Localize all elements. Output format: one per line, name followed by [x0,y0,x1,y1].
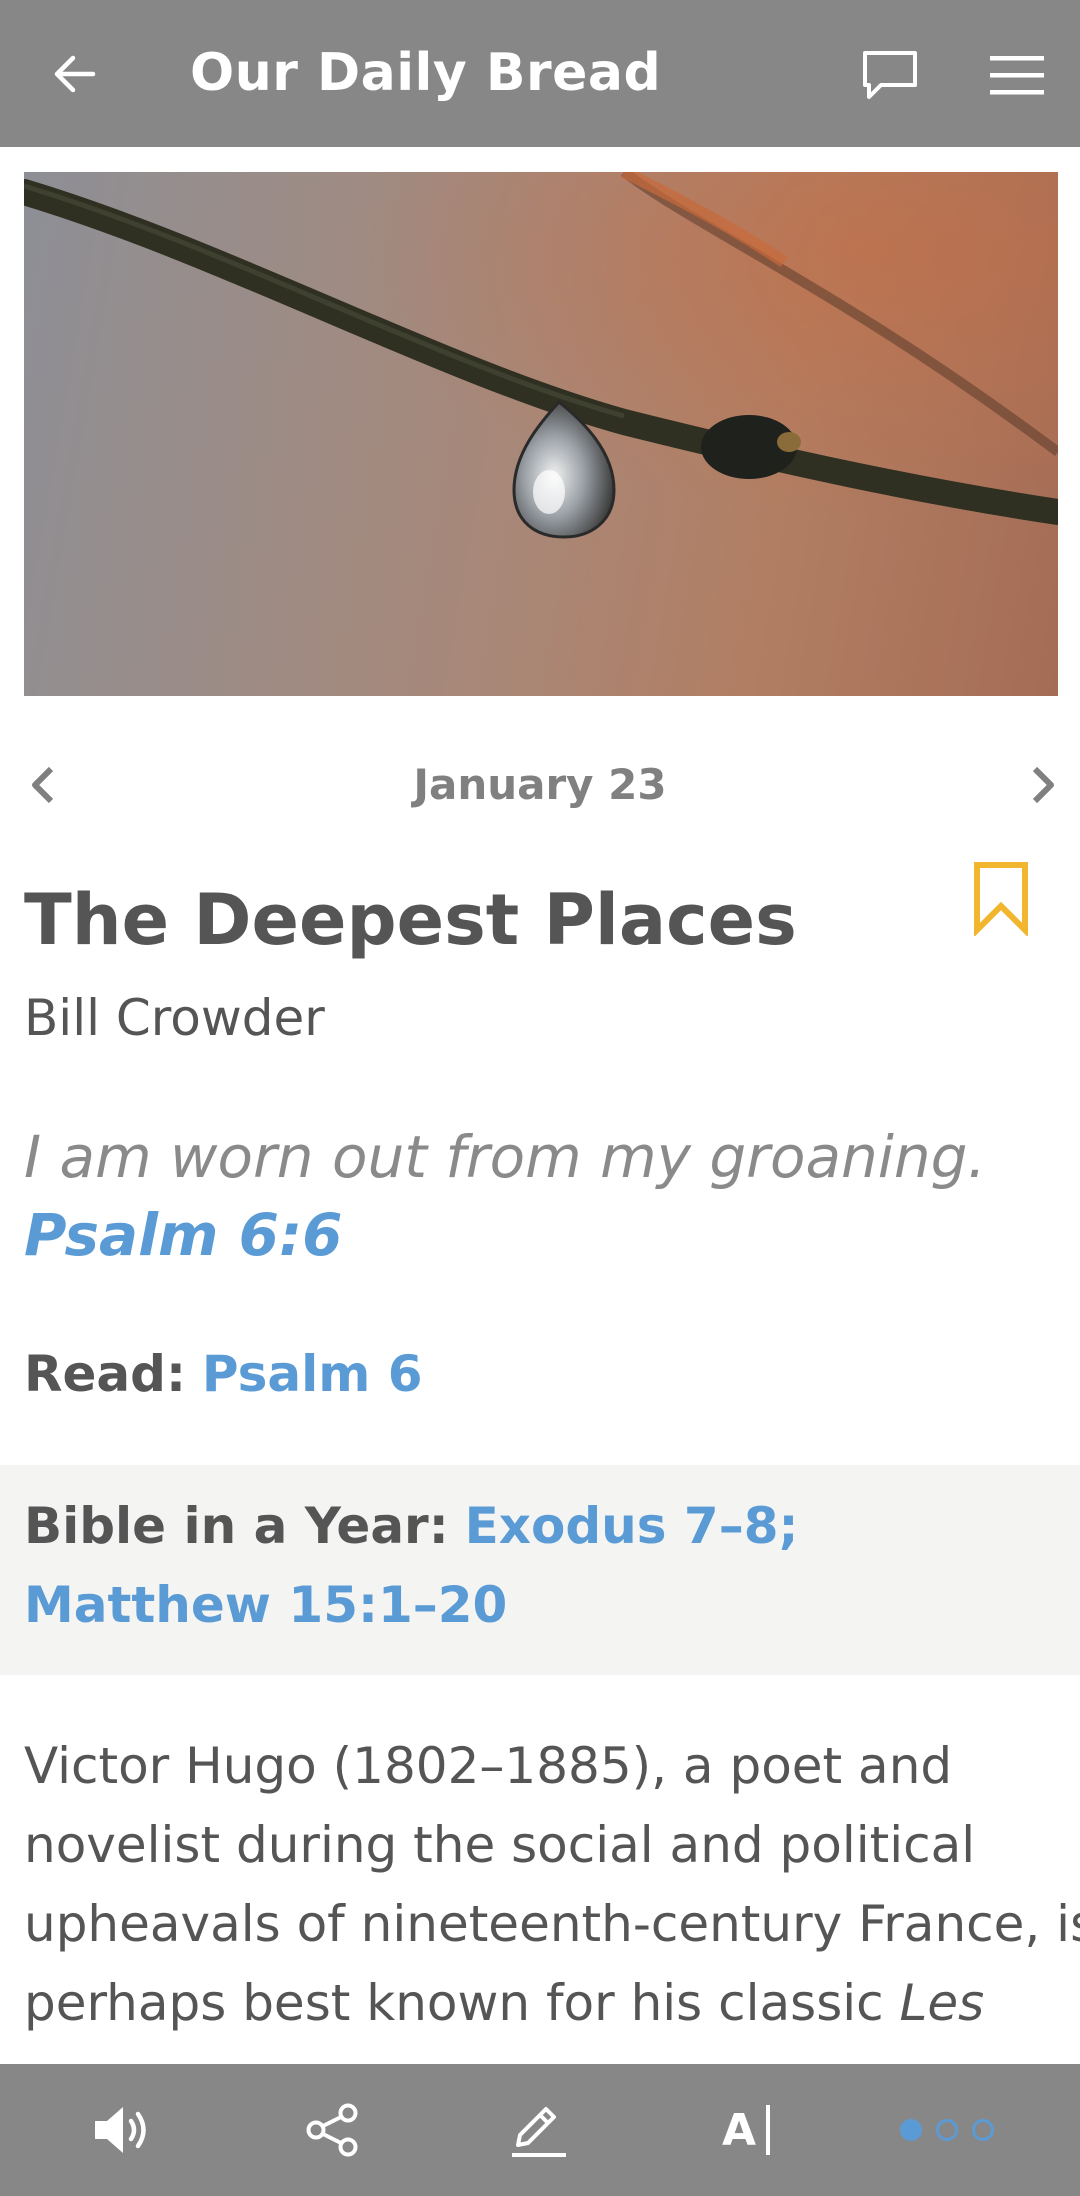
article-author: Bill Crowder [24,989,325,1047]
bible-in-a-year-label: Bible in a Year: [24,1497,449,1555]
back-button[interactable] [38,38,110,110]
bookmark-icon [974,862,1028,938]
read-passage-link[interactable]: Psalm 6 [202,1345,423,1403]
audio-button[interactable] [82,2090,162,2170]
share-button[interactable] [292,2090,372,2170]
note-button[interactable] [498,2090,578,2170]
read-passage: Read: Psalm 6 [24,1334,423,1414]
chevron-right-icon [1032,766,1054,804]
comment-icon [863,51,917,99]
body-line-text: perhaps best known for his classic [24,1974,900,2032]
share-icon [306,2103,358,2157]
font-size-label: A [721,2104,757,2156]
body-line: Victor Hugo (1802–1885), a poet and [24,1737,953,1795]
verse-text: I am worn out from my groaning. [24,1123,986,1191]
app-bar: Our Daily Bread [0,0,1080,147]
pencil-icon [512,2107,566,2157]
bottom-toolbar: A [0,2064,1080,2196]
body-italic-title: Les [899,1974,985,2032]
speaker-icon [95,2107,146,2153]
bookmark-button[interactable] [972,860,1030,938]
page-dot [972,2119,994,2141]
verse-reference-link[interactable]: Psalm 6:6 [24,1196,343,1274]
article-title: The Deepest Places [24,879,797,961]
key-verse: I am worn out from my groaning. Psalm 6:… [24,1118,1064,1274]
hamburger-menu-icon [990,56,1044,95]
page-dot [936,2119,958,2141]
font-size-button[interactable]: A [706,2090,786,2170]
date-label: January 23 [413,760,667,809]
water-droplet-photo [24,172,1058,696]
read-label: Read: [24,1345,186,1403]
next-day-button[interactable] [1018,760,1068,810]
comments-button[interactable] [852,40,928,110]
body-line-last: perhaps best known for his classic Les [24,1964,1064,2043]
bible-in-a-year: Bible in a Year: Exodus 7–8; Matthew 15:… [24,1487,1044,1645]
page-indicator [900,2110,994,2150]
article-body: Victor Hugo (1802–1885), a poet and nove… [24,1727,1080,2043]
arrow-left-icon [54,55,96,93]
menu-button[interactable] [982,40,1052,110]
text-size-icon: A [721,2104,771,2156]
app-title: Our Daily Bread [190,43,662,103]
date-navigation: January 23 [0,740,1080,830]
hero-image [24,172,1058,696]
page-dot-active [900,2119,922,2141]
text-cursor-mark [766,2105,771,2155]
body-line: upheavals of nineteenth-century France, … [24,1895,1080,1953]
body-line: novelist during the social and political [24,1816,976,1874]
bible-in-a-year-panel: Bible in a Year: Exodus 7–8; Matthew 15:… [0,1465,1080,1675]
